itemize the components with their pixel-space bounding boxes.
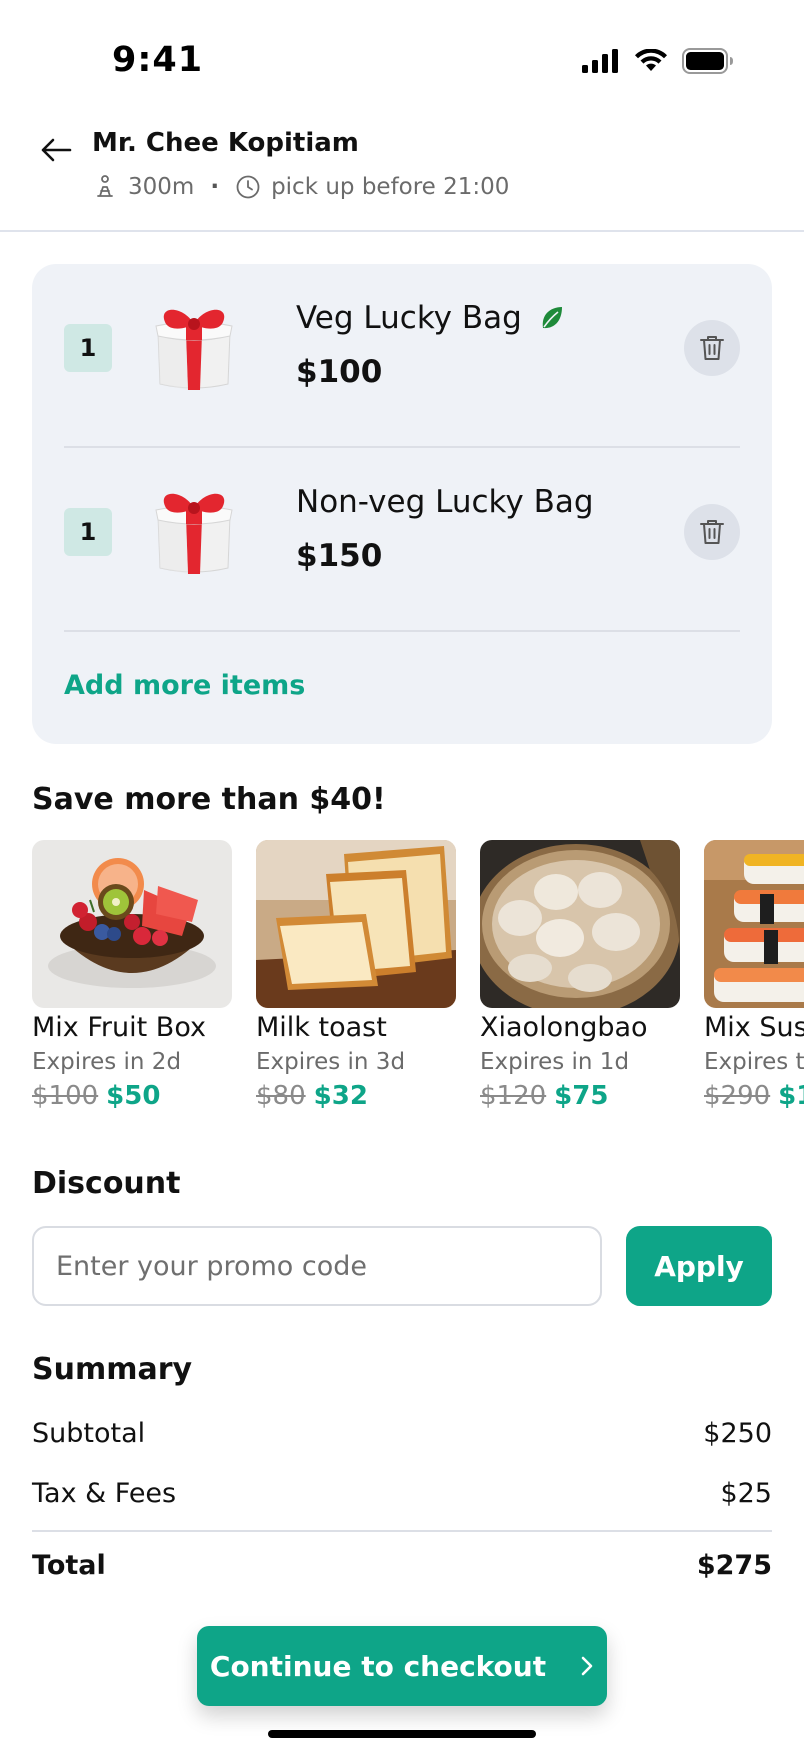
cart-item-name: Non-veg Lucky Bag xyxy=(296,484,594,520)
cart-item: 1 Veg Lucky Bag $100 xyxy=(64,264,740,448)
deal-expiry: Expires in 1d xyxy=(480,1049,630,1075)
delete-item-button[interactable] xyxy=(684,504,740,560)
total-label: Total xyxy=(32,1550,106,1581)
deal-prices: $120 $75 xyxy=(480,1081,680,1111)
checkout-label: Continue to checkout xyxy=(209,1649,547,1683)
tax-value: $25 xyxy=(720,1478,772,1509)
arrow-left-icon xyxy=(41,138,72,162)
cart-item-price: $100 xyxy=(296,354,383,390)
deal-name: Xiaolongbao xyxy=(480,1012,648,1043)
milk-toast-image xyxy=(256,840,456,1008)
continue-to-checkout-button[interactable]: Continue to checkout xyxy=(197,1626,607,1706)
summary-title: Summary xyxy=(32,1352,193,1387)
back-button[interactable] xyxy=(36,130,76,170)
deal-old-price: $100 xyxy=(32,1081,99,1111)
deal-name: Mix Sushi xyxy=(704,1012,804,1043)
quantity-badge[interactable]: 1 xyxy=(64,508,112,556)
deal-card[interactable]: Mix Fruit Box Expires in 2d $100 $50 xyxy=(32,840,232,1111)
cart-item-price: $150 xyxy=(296,538,383,574)
total-value: $275 xyxy=(696,1550,772,1581)
signal-icon xyxy=(582,49,618,73)
subtotal-row: Subtotal $250 xyxy=(32,1418,772,1449)
deal-new-price: $75 xyxy=(554,1081,609,1111)
tax-label: Tax & Fees xyxy=(32,1478,177,1509)
deal-card[interactable]: Xiaolongbao Expires in 1d $120 $75 xyxy=(480,840,680,1111)
home-indicator[interactable] xyxy=(268,1730,536,1738)
deal-card[interactable]: Milk toast Expires in 3d $80 $32 xyxy=(256,840,456,1111)
meta-separator: · xyxy=(210,174,220,200)
cart-item: 1 Non-veg Lucky Bag $150 xyxy=(64,448,740,632)
status-time: 9:41 xyxy=(112,40,204,80)
deal-card[interactable]: Mix Sushi Expires today $290 $150 xyxy=(704,840,804,1111)
deal-name: Mix Fruit Box xyxy=(32,1012,206,1043)
add-more-items-link[interactable]: Add more items xyxy=(64,670,305,701)
discount-title: Discount xyxy=(32,1166,181,1201)
cart-item-name-row: Veg Lucky Bag xyxy=(296,300,564,336)
cart-item-name-row: Non-veg Lucky Bag xyxy=(296,484,594,520)
deal-expiry: Expires in 2d xyxy=(32,1049,182,1075)
deal-expiry: Expires today xyxy=(704,1049,804,1075)
cart-card: 1 Veg Lucky Bag $100 1 Non-veg Lucky Bag… xyxy=(32,264,772,744)
deal-old-price: $290 xyxy=(704,1081,771,1111)
chevron-right-icon xyxy=(581,1656,593,1676)
sushi-image xyxy=(704,840,804,1008)
clock-icon xyxy=(235,174,261,200)
xiaolongbao-image xyxy=(480,840,680,1008)
store-header: Mr. Chee Kopitiam 300m · pick up before … xyxy=(0,120,804,232)
trash-icon xyxy=(700,520,724,544)
fruit-bowl-image xyxy=(32,840,232,1008)
apply-button[interactable]: Apply xyxy=(626,1226,772,1306)
wifi-icon xyxy=(635,49,667,71)
deal-prices: $290 $150 xyxy=(704,1081,804,1111)
deals-carousel[interactable]: Mix Fruit Box Expires in 2d $100 $50 Milk… xyxy=(32,840,804,1120)
trash-icon xyxy=(700,336,724,360)
store-meta: 300m · pick up before 21:00 xyxy=(92,174,509,200)
tax-row: Tax & Fees $25 xyxy=(32,1478,772,1509)
cart-item-name: Veg Lucky Bag xyxy=(296,300,522,336)
leaf-icon xyxy=(542,307,562,329)
summary-divider xyxy=(32,1530,772,1532)
subtotal-value: $250 xyxy=(703,1418,772,1449)
pickup-time-text: pick up before 21:00 xyxy=(271,174,510,200)
deal-new-price: $50 xyxy=(106,1081,161,1111)
deal-old-price: $120 xyxy=(480,1081,547,1111)
delete-item-button[interactable] xyxy=(684,320,740,376)
promo-code-input[interactable] xyxy=(32,1226,602,1306)
quantity-badge[interactable]: 1 xyxy=(64,324,112,372)
deal-name: Milk toast xyxy=(256,1012,387,1043)
deal-old-price: $80 xyxy=(256,1081,306,1111)
deal-new-price: $32 xyxy=(313,1081,368,1111)
distance-text: 300m xyxy=(128,174,195,200)
deal-prices: $80 $32 xyxy=(256,1081,456,1111)
gift-box-icon xyxy=(144,480,244,580)
status-icons xyxy=(582,48,734,74)
walking-distance-icon xyxy=(92,174,118,200)
gift-box-icon xyxy=(144,296,244,396)
deal-new-price: $150 xyxy=(778,1081,804,1111)
status-bar: 9:41 xyxy=(0,0,804,120)
subtotal-label: Subtotal xyxy=(32,1418,146,1449)
store-name: Mr. Chee Kopitiam xyxy=(92,128,359,158)
save-more-title: Save more than $40! xyxy=(32,782,386,817)
deal-prices: $100 $50 xyxy=(32,1081,232,1111)
total-row: Total $275 xyxy=(32,1550,772,1581)
deal-expiry: Expires in 3d xyxy=(256,1049,406,1075)
battery-icon xyxy=(682,48,733,74)
